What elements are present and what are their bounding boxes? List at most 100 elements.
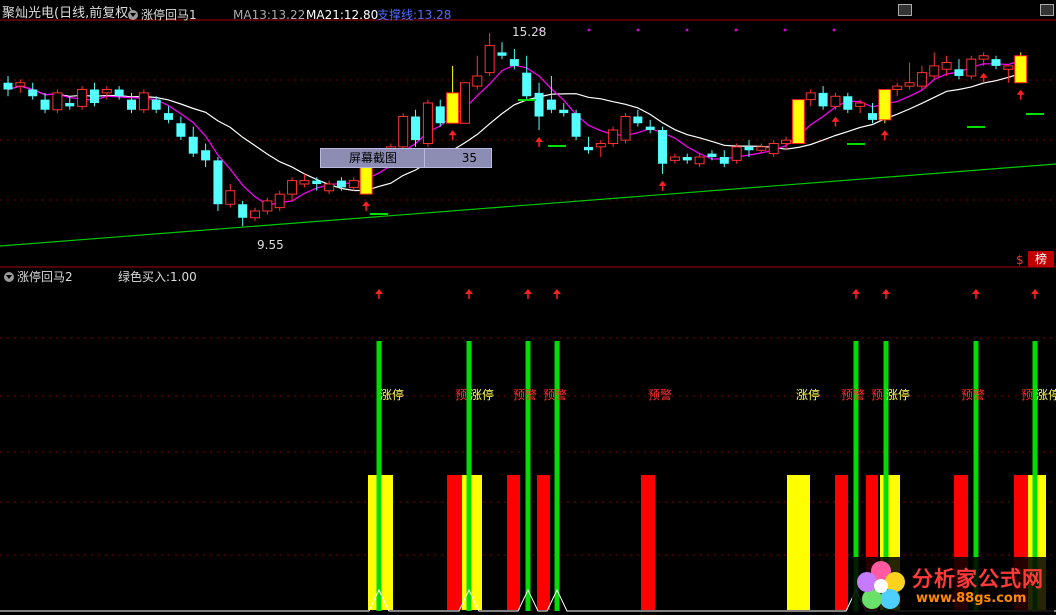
signal-label: 预 bbox=[455, 388, 468, 402]
signal-arrow-icon bbox=[972, 289, 980, 294]
buy-arrow-icon bbox=[448, 130, 457, 136]
buy-arrow-icon bbox=[979, 72, 988, 78]
buy-arrow-icon bbox=[535, 137, 544, 142]
candle-body bbox=[966, 58, 977, 77]
candle-body bbox=[731, 146, 742, 161]
warning-bar bbox=[641, 475, 655, 610]
marker-dot bbox=[832, 28, 836, 32]
support-value: 13.28 bbox=[417, 8, 452, 22]
candle-body bbox=[52, 92, 63, 111]
screenshot-button[interactable]: 屏幕截图 bbox=[320, 148, 426, 168]
signal-label: 预警 bbox=[543, 388, 568, 402]
candle-body bbox=[422, 102, 433, 144]
indicator1-selector[interactable]: 涨停回马1 bbox=[128, 7, 197, 23]
signal-arrow-icon bbox=[852, 289, 860, 294]
candle-body bbox=[583, 146, 593, 151]
support-line bbox=[0, 163, 1056, 247]
ma13-value: 13.22 bbox=[270, 8, 306, 22]
ma13-readout: MA13:13.22 bbox=[233, 7, 305, 23]
maximize-window-icon[interactable] bbox=[1040, 4, 1054, 16]
signal-label: 预警 bbox=[648, 388, 673, 402]
candle-body bbox=[768, 143, 779, 155]
candle-body bbox=[669, 156, 680, 161]
candle-body bbox=[991, 59, 1001, 66]
candle-body bbox=[324, 183, 335, 192]
marker-dot bbox=[783, 28, 787, 32]
corner-mark: $ bbox=[1016, 253, 1024, 267]
green-buy-line bbox=[554, 341, 560, 611]
candle-body bbox=[682, 157, 692, 161]
watermark-url: www.88gs.com bbox=[916, 591, 1027, 606]
candle-body bbox=[176, 123, 186, 137]
candle-body bbox=[114, 89, 124, 97]
green-buy-label: 绿色买入: bbox=[118, 270, 171, 284]
support-readout: 支撑线:13.28 bbox=[377, 7, 451, 23]
warning-bar bbox=[835, 475, 848, 610]
ma13-line bbox=[7, 73, 1021, 192]
candle-body bbox=[15, 82, 26, 87]
dropdown-icon[interactable] bbox=[128, 10, 138, 20]
ma21-value: 12.80 bbox=[343, 8, 379, 22]
limit-up-candle bbox=[791, 99, 805, 144]
limit-up-candle bbox=[1014, 55, 1028, 84]
candle-body bbox=[484, 45, 495, 74]
signal-arrow-icon bbox=[1031, 289, 1039, 294]
candle-body bbox=[954, 69, 964, 76]
marker-dot bbox=[734, 28, 738, 32]
indicator1-label: 涨停回马1 bbox=[141, 8, 197, 22]
candle-body bbox=[830, 95, 841, 107]
candle-body bbox=[658, 130, 668, 164]
candle-body bbox=[138, 92, 149, 111]
dropdown-icon[interactable] bbox=[4, 272, 14, 282]
candle-body bbox=[744, 146, 754, 151]
limit-up-candle bbox=[878, 89, 892, 121]
limit-up-bar bbox=[462, 475, 482, 610]
signal-arrow-icon bbox=[882, 289, 890, 294]
candle-body bbox=[262, 200, 273, 212]
candle-body bbox=[546, 99, 556, 110]
restore-window-icon[interactable] bbox=[898, 4, 912, 16]
limit-up-bar bbox=[787, 475, 810, 610]
signal-label: 预警 bbox=[841, 388, 866, 402]
marker-dot bbox=[636, 28, 640, 32]
candle-body bbox=[411, 116, 421, 141]
green-buy-line bbox=[466, 341, 472, 611]
stock-chart bbox=[0, 19, 1056, 612]
candle-body bbox=[805, 92, 816, 101]
low-price-label: 9.55 bbox=[257, 238, 284, 252]
candle-body bbox=[534, 92, 544, 117]
indicator2-selector[interactable]: 涨停回马2 bbox=[4, 269, 73, 285]
candle-body bbox=[188, 136, 198, 154]
warning-bar bbox=[447, 475, 462, 610]
buy-arrow-icon bbox=[831, 116, 840, 122]
list-tab[interactable]: 榜 bbox=[1028, 251, 1054, 267]
candle-body bbox=[336, 180, 346, 188]
candle-body bbox=[497, 52, 507, 56]
candle-body bbox=[101, 89, 112, 94]
candle-body bbox=[868, 113, 877, 120]
candle-body bbox=[40, 99, 50, 110]
candle-body bbox=[694, 156, 705, 165]
candle-body bbox=[287, 180, 298, 195]
candle-body bbox=[151, 99, 161, 110]
marker-dot bbox=[587, 28, 591, 32]
green-buy-readout: 绿色买入:1.00 bbox=[118, 269, 197, 285]
watermark: 分析家公式网 www.88gs.com bbox=[852, 557, 1054, 613]
green-buy-value: 1.00 bbox=[170, 270, 197, 284]
stock-name: 聚灿光电 bbox=[2, 6, 55, 21]
candle-body bbox=[435, 106, 445, 124]
chart-title: 聚灿光电(日线,前复权) bbox=[2, 6, 133, 22]
candle-body bbox=[916, 72, 927, 87]
green-buy-line bbox=[376, 341, 382, 611]
candle-body bbox=[312, 180, 322, 184]
candle-body bbox=[3, 82, 13, 90]
candle-body bbox=[608, 129, 619, 144]
signal-label: 涨停 bbox=[380, 388, 405, 402]
signal-label: 预警 bbox=[513, 388, 538, 402]
ma5-line bbox=[7, 59, 1021, 206]
candle-body bbox=[1003, 65, 1014, 70]
candle-body bbox=[843, 96, 853, 110]
candle-body bbox=[250, 210, 260, 219]
indicator2-label: 涨停回马2 bbox=[17, 270, 73, 284]
signal-arrow-icon bbox=[375, 289, 383, 294]
